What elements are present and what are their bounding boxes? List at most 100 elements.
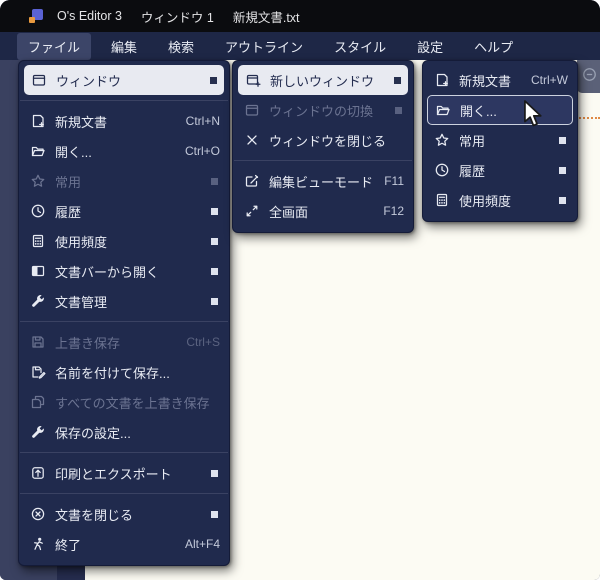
menu-item[interactable]: 文書バーから開く (19, 256, 229, 286)
menu-item[interactable]: 使用頻度 (19, 226, 229, 256)
edit-view-icon (243, 173, 260, 190)
close-x-icon (243, 132, 260, 149)
menu-item[interactable]: 使用頻度 (423, 185, 577, 215)
menu-item[interactable]: 終了Alt+F4 (19, 529, 229, 559)
menu-item[interactable]: 常用 (19, 166, 229, 196)
menu-item[interactable]: 名前を付けて保存... (19, 357, 229, 387)
menu-item-label: 編集ビューモード (269, 172, 375, 191)
submenu-indicator-icon (394, 77, 401, 84)
menu-item[interactable]: 常用 (423, 125, 577, 155)
menubar: ファイル編集検索アウトラインスタイル設定ヘルプ (0, 32, 600, 60)
menu-item[interactable]: ウィンドウ (24, 65, 224, 95)
menu-item[interactable]: ウィンドウを閉じる (233, 125, 413, 155)
menu-item-label: 保存の設定... (55, 423, 220, 442)
menu-item-shortcut: Ctrl+O (185, 144, 220, 158)
frequency-calculator-icon (433, 192, 450, 209)
close-circle-icon (29, 506, 46, 523)
menu-item[interactable]: 保存の設定... (19, 417, 229, 447)
menu-item[interactable]: 開く... Ctrl+O (19, 136, 229, 166)
menu-item[interactable]: 印刷とエクスポート (19, 458, 229, 488)
mouse-cursor (523, 100, 550, 129)
submenu-indicator-icon (211, 238, 218, 245)
menu-item-label: すべての文書を上書き保存 (55, 393, 220, 412)
star-icon (29, 173, 46, 190)
star-icon (433, 132, 450, 149)
window-submenu: 新しいウィンドウウィンドウの切換ウィンドウを閉じる編集ビューモードF11全画面F… (232, 60, 414, 233)
exit-person-icon (29, 536, 46, 553)
menu-item-label: 文書バーから開く (55, 262, 202, 281)
menu-item[interactable]: すべての文書を上書き保存 (19, 387, 229, 417)
titlebar-app-name: O's Editor 3 (57, 9, 122, 23)
history-clock-icon (29, 203, 46, 220)
open-folder-icon (29, 143, 46, 160)
new-document-icon (29, 113, 46, 130)
menu-item[interactable]: 文書を閉じる (19, 499, 229, 529)
submenu-indicator-icon (395, 107, 402, 114)
menubar-item[interactable]: アウトライン (214, 33, 314, 60)
menu-item-shortcut: Ctrl+S (186, 335, 220, 349)
wrench-icon (29, 293, 46, 310)
menu-item[interactable]: 新規文書Ctrl+N (19, 106, 229, 136)
menu-item[interactable]: 上書き保存 Ctrl+S (19, 327, 229, 357)
fullscreen-icon (243, 203, 260, 220)
menubar-item[interactable]: ファイル (17, 33, 91, 60)
menu-item[interactable]: 新規文書 Ctrl+W (423, 65, 577, 95)
menubar-item[interactable]: 設定 (406, 33, 454, 60)
menu-item-label: 使用頻度 (459, 191, 550, 210)
menu-item[interactable]: 開く... (427, 95, 573, 125)
menu-item[interactable]: 文書管理 (19, 286, 229, 316)
menu-item-label: ウィンドウの切換 (269, 101, 386, 120)
submenu-indicator-icon (211, 178, 218, 185)
menu-item-label: 履歴 (459, 161, 550, 180)
menu-item-label: 文書を閉じる (55, 505, 202, 524)
window-icon (243, 102, 260, 119)
ruled-line (576, 117, 600, 119)
submenu-indicator-icon (211, 208, 218, 215)
new-window-submenu: 新規文書 Ctrl+W 開く... 常用履歴使用頻度 (422, 60, 578, 222)
titlebar-document-name: 新規文書.txt (233, 7, 300, 26)
menu-separator (20, 452, 228, 453)
submenu-indicator-icon (559, 137, 566, 144)
submenu-indicator-icon (211, 470, 218, 477)
toolbar-fragment[interactable] (577, 56, 600, 93)
menu-item[interactable]: 履歴 (423, 155, 577, 185)
file-menu: ウィンドウ新規文書Ctrl+N 開く... Ctrl+O 常用履歴使用頻度文書バーから… (18, 60, 230, 566)
menu-item[interactable]: 履歴 (19, 196, 229, 226)
menu-item-label: 新規文書 (459, 71, 522, 90)
menu-separator (234, 160, 412, 161)
wrench-icon (29, 424, 46, 441)
menu-item-label: 全画面 (269, 202, 374, 221)
export-icon (29, 465, 46, 482)
window-icon (30, 72, 47, 89)
menu-item-label: 履歴 (55, 202, 202, 221)
menu-item-label: 上書き保存 (55, 333, 177, 352)
toolbar-button-icon (581, 66, 598, 83)
menu-item[interactable]: 編集ビューモードF11 (233, 166, 413, 196)
menu-item[interactable]: ウィンドウの切換 (233, 95, 413, 125)
menu-item-label: 新しいウィンドウ (270, 71, 385, 90)
menu-item-label: 開く... (55, 142, 176, 161)
menu-separator (20, 100, 228, 101)
menubar-item[interactable]: 検索 (157, 33, 205, 60)
new-document-icon (433, 72, 450, 89)
frequency-calculator-icon (29, 233, 46, 250)
menu-item-shortcut: Ctrl+N (186, 114, 220, 128)
menu-item[interactable]: 新しいウィンドウ (238, 65, 408, 95)
menu-item-label: 常用 (55, 172, 202, 191)
menu-item-label: 常用 (459, 131, 550, 150)
submenu-indicator-icon (211, 268, 218, 275)
menubar-item[interactable]: 編集 (100, 33, 148, 60)
menubar-item[interactable]: ヘルプ (463, 33, 524, 60)
menu-item-label: 開く... (460, 101, 567, 120)
document-bar-icon (29, 263, 46, 280)
history-clock-icon (433, 162, 450, 179)
menu-item-shortcut: Alt+F4 (185, 537, 220, 551)
menubar-item[interactable]: スタイル (323, 33, 397, 60)
menu-item-label: 名前を付けて保存... (55, 363, 220, 382)
menu-item-shortcut: Ctrl+W (531, 73, 568, 87)
menu-item[interactable]: 全画面F12 (233, 196, 413, 226)
save-as-icon (29, 364, 46, 381)
submenu-indicator-icon (559, 167, 566, 174)
save-icon (29, 334, 46, 351)
titlebar: O's Editor 3 ウィンドウ 1 新規文書.txt (0, 0, 600, 32)
